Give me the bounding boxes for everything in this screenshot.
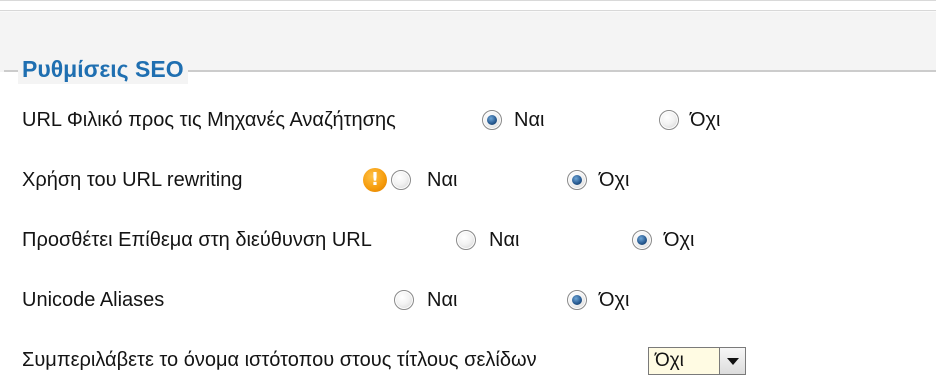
setting-row-url-suffix: Προσθέτει Επίθεμα στη διεύθυνση URL Ναι …	[0, 220, 936, 260]
header-divider	[0, 10, 936, 11]
setting-label-url-rewriting: Χρήση του URL rewriting	[22, 169, 243, 191]
setting-row-sitename-in-titles: Συμπεριλάβετε το όνομα ιστότοπου στους τ…	[0, 340, 936, 376]
section-legend: Ρυθμίσεις SEO	[18, 54, 188, 84]
sitename-in-titles-select[interactable]: Όχι	[648, 347, 746, 375]
radio-url-suffix-no[interactable]	[632, 230, 652, 250]
radio-label-sef-urls-yes[interactable]: Ναι	[514, 100, 544, 140]
select-value: Όχι	[655, 350, 684, 371]
setting-row-sef-urls: URL Φιλικό προς τις Μηχανές Αναζήτησης Ν…	[0, 100, 936, 140]
radio-sef-urls-yes[interactable]	[482, 110, 502, 130]
setting-row-url-rewriting: Χρήση του URL rewriting ! Ναι Όχι	[0, 160, 936, 200]
setting-label-url-suffix: Προσθέτει Επίθεμα στη διεύθυνση URL	[22, 229, 372, 251]
radio-unicode-aliases-no[interactable]	[567, 290, 587, 310]
radio-label-unicode-aliases-no[interactable]: Όχι	[599, 280, 629, 320]
radio-label-sef-urls-no[interactable]: Όχι	[690, 100, 720, 140]
radio-label-unicode-aliases-yes[interactable]: Ναι	[427, 280, 457, 320]
radio-url-rewriting-no[interactable]	[567, 170, 587, 190]
setting-label-unicode-aliases: Unicode Aliases	[22, 289, 165, 311]
radio-label-url-rewriting-no[interactable]: Όχι	[599, 160, 629, 200]
radio-sef-urls-no[interactable]	[659, 110, 679, 130]
radio-label-url-rewriting-yes[interactable]: Ναι	[427, 160, 457, 200]
radio-url-rewriting-yes[interactable]	[391, 170, 411, 190]
radio-unicode-aliases-yes[interactable]	[394, 290, 414, 310]
setting-row-unicode-aliases: Unicode Aliases Ναι Όχι	[0, 280, 936, 320]
exclamation-warning-icon[interactable]: !	[363, 168, 387, 192]
radio-url-suffix-yes[interactable]	[456, 230, 476, 250]
setting-label-sitename-in-titles: Συμπεριλάβετε το όνομα ιστότοπου στους τ…	[22, 349, 537, 371]
radio-label-url-suffix-yes[interactable]: Ναι	[489, 220, 519, 260]
radio-label-url-suffix-no[interactable]: Όχι	[664, 220, 694, 260]
setting-label-sef-urls: URL Φιλικό προς τις Μηχανές Αναζήτησης	[22, 109, 396, 131]
chevron-down-icon[interactable]	[719, 348, 745, 374]
